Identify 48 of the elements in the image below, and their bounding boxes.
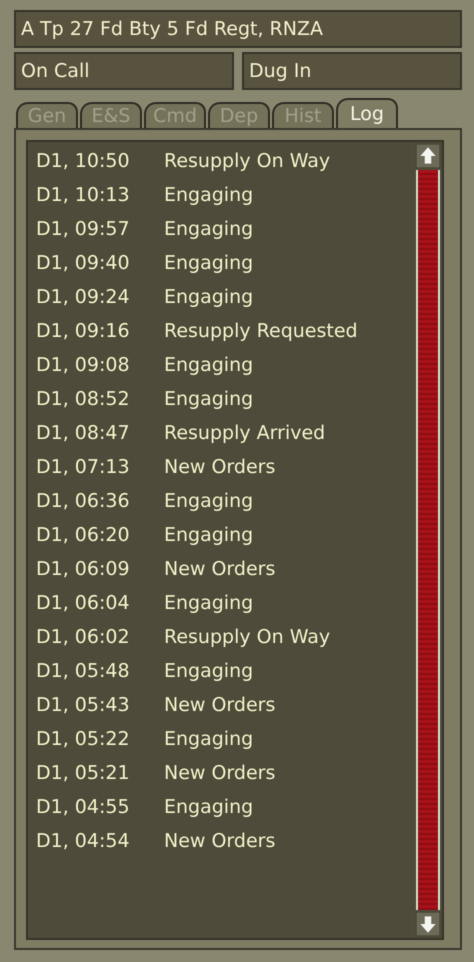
log-time: D1, 06:04 xyxy=(36,592,131,614)
log-event: Engaging xyxy=(164,286,254,308)
status-field: On Call xyxy=(14,52,234,90)
log-event: Engaging xyxy=(164,388,254,410)
log-event: New Orders xyxy=(164,830,276,852)
log-event: Resupply On Way xyxy=(164,150,330,172)
log-time: D1, 08:52 xyxy=(36,388,131,410)
log-time: D1, 09:16 xyxy=(36,320,131,342)
log-event: Engaging xyxy=(164,592,254,614)
log-event: Engaging xyxy=(164,218,254,240)
log-time: D1, 09:40 xyxy=(36,252,131,274)
tab[interactable]: Log xyxy=(336,98,398,128)
posture-field: Dug In xyxy=(242,52,462,90)
log-event: Resupply Requested xyxy=(164,320,358,342)
log-time: D1, 06:20 xyxy=(36,524,131,546)
log-event: New Orders xyxy=(164,762,276,784)
log-event: Engaging xyxy=(164,354,254,376)
log-time: D1, 06:36 xyxy=(36,490,131,512)
log-time: D1, 06:02 xyxy=(36,626,131,648)
log-event: Engaging xyxy=(164,660,254,682)
log-time: D1, 09:08 xyxy=(36,354,131,376)
log-time: D1, 06:09 xyxy=(36,558,131,580)
log-event: Engaging xyxy=(164,728,254,750)
log-event: New Orders xyxy=(164,694,276,716)
scroll-up-icon[interactable] xyxy=(416,144,440,168)
log-time: D1, 08:47 xyxy=(36,422,131,444)
log-event: Engaging xyxy=(164,796,254,818)
scroll-down-icon[interactable] xyxy=(416,912,440,936)
log-time: D1, 05:22 xyxy=(36,728,131,750)
log-time: D1, 05:21 xyxy=(36,762,131,784)
log-time: D1, 07:13 xyxy=(36,456,131,478)
log-time: D1, 10:13 xyxy=(36,184,131,206)
unit-name-field: A Tp 27 Fd Bty 5 Fd Regt, RNZA xyxy=(14,10,462,48)
log-time: D1, 05:48 xyxy=(36,660,131,682)
log-event: Engaging xyxy=(164,524,254,546)
log-event: New Orders xyxy=(164,558,276,580)
log-time: D1, 09:24 xyxy=(36,286,131,308)
log-event: New Orders xyxy=(164,456,276,478)
log-event: Resupply On Way xyxy=(164,626,330,648)
log-time: D1, 05:43 xyxy=(36,694,131,716)
log-event: Engaging xyxy=(164,252,254,274)
log-time: D1, 04:54 xyxy=(36,830,131,852)
log-event: Engaging xyxy=(164,184,254,206)
log-time: D1, 04:55 xyxy=(36,796,131,818)
log-time: D1, 09:57 xyxy=(36,218,131,240)
log-event: Engaging xyxy=(164,490,254,512)
log-time: D1, 10:50 xyxy=(36,150,131,172)
log-event: Resupply Arrived xyxy=(164,422,326,444)
